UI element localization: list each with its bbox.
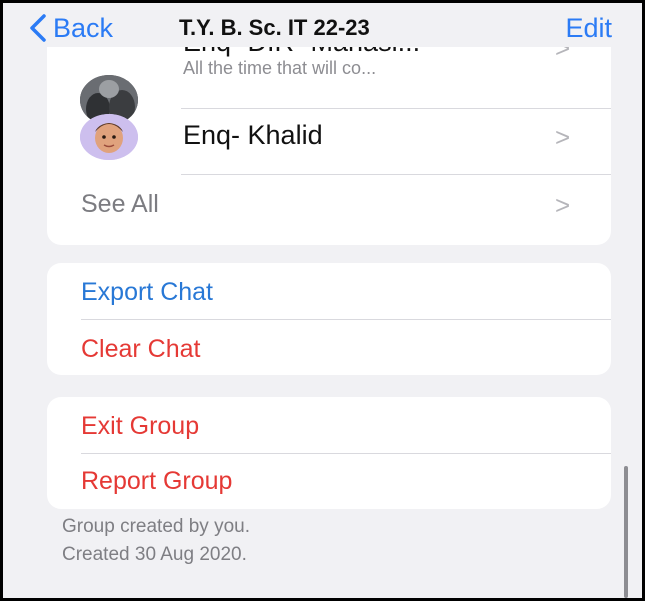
exit-group-button[interactable]: Exit Group: [81, 412, 199, 441]
member-name: Enq- Khalid: [183, 120, 323, 150]
screen: Back T.Y. B. Sc. IT 22-23 Edit Enq- DIR-…: [0, 0, 645, 601]
avatar: [80, 114, 138, 160]
page-title: T.Y. B. Sc. IT 22-23: [179, 15, 370, 40]
created-date-text: Created 30 Aug 2020.: [62, 544, 247, 565]
chat-actions-card: Export Chat Clear Chat: [47, 263, 611, 375]
divider: [181, 108, 611, 109]
chevron-left-icon: [30, 14, 46, 42]
divider: [81, 453, 611, 454]
clear-chat-button[interactable]: Clear Chat: [81, 335, 201, 364]
back-label: Back: [53, 12, 114, 43]
created-by-text: Group created by you.: [62, 516, 250, 537]
divider: [81, 319, 611, 320]
group-info-footer: Group created by you. Created 30 Aug 202…: [62, 513, 250, 569]
scrollbar[interactable]: [624, 466, 628, 598]
edit-button[interactable]: Edit: [565, 13, 612, 44]
chevron-right-icon: >: [555, 190, 571, 220]
group-actions-card: Exit Group Report Group: [47, 397, 611, 509]
member-status: All the time that will co...: [183, 58, 377, 78]
report-group-button[interactable]: Report Group: [81, 467, 232, 496]
navigation-bar: Back T.Y. B. Sc. IT 22-23 Edit: [3, 3, 642, 47]
back-button[interactable]: Back: [29, 11, 113, 45]
chevron-right-icon: >: [555, 122, 571, 152]
see-all-label: See All: [81, 190, 159, 218]
see-all-row[interactable]: See All >: [47, 176, 611, 242]
avatar-image: [80, 114, 138, 160]
member-row[interactable]: Enq- Khalid >: [47, 110, 611, 176]
divider: [181, 174, 611, 175]
export-chat-button[interactable]: Export Chat: [81, 278, 213, 307]
